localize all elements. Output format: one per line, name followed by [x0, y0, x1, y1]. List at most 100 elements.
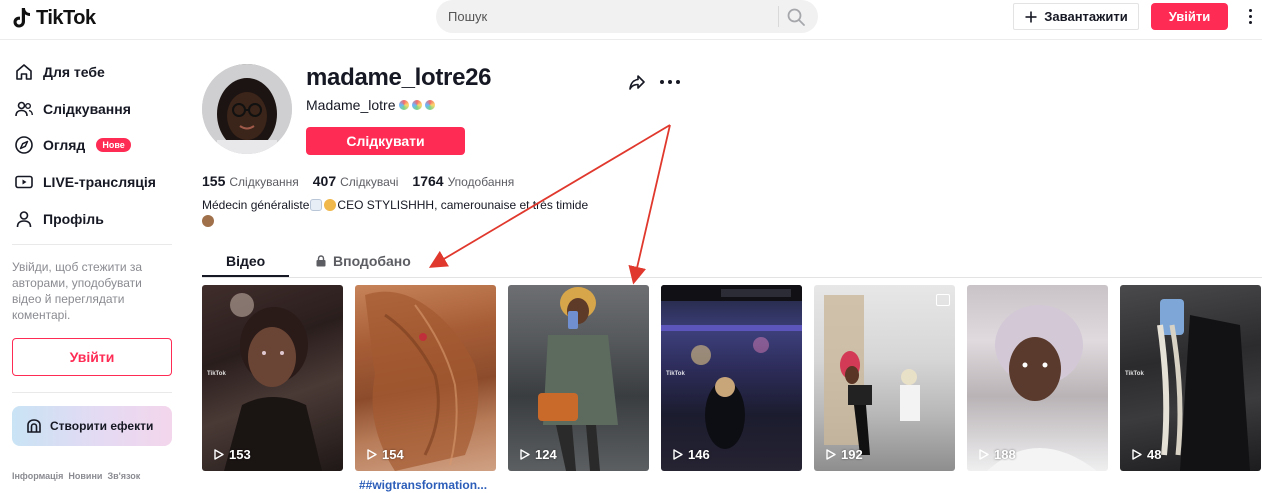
video-thumbnail [661, 285, 802, 449]
sidebar-item-label: Слідкування [43, 101, 131, 117]
video-thumbnail [538, 287, 618, 471]
profile-more-icon[interactable] [660, 79, 680, 85]
tiktok-watermark: TikTok [207, 371, 226, 377]
video-thumbnail [365, 291, 479, 471]
profile-avatar [202, 64, 292, 154]
video-card[interactable]: TikTok 146 [661, 285, 802, 471]
search-input[interactable] [448, 0, 768, 33]
play-icon [367, 449, 377, 460]
follow-button[interactable]: Слідкувати [306, 127, 465, 155]
header-login-button[interactable]: Увійти [1151, 3, 1228, 30]
view-count: 192 [841, 447, 863, 462]
bio-text: Médecin généraliste [202, 198, 310, 212]
sidebar-item-label: Профіль [43, 211, 104, 227]
tabs-divider [202, 277, 1262, 278]
sidebar-item-label: Огляд [43, 137, 86, 153]
video-card[interactable]: 188 [967, 285, 1108, 471]
video-thumbnail [224, 293, 322, 471]
video-view-count: 153 [214, 447, 251, 462]
footer-link[interactable]: Новини [68, 471, 102, 481]
live-icon [15, 175, 33, 189]
sidebar-login-button[interactable]: Увійти [12, 338, 172, 376]
sidebar-item-label: Для тебе [43, 64, 105, 80]
upload-button[interactable]: Завантажити [1013, 3, 1139, 30]
sidebar-item-live[interactable]: LIVE-трансляція [14, 169, 156, 195]
play-icon [520, 449, 530, 460]
profile-icon [16, 211, 32, 228]
stat-value: 155 [202, 173, 226, 189]
more-options-icon[interactable] [1240, 6, 1260, 26]
footer-link[interactable]: Зв'язок [107, 471, 140, 481]
annotation-arrow [428, 124, 671, 268]
lollipop-emoji-icon [411, 100, 422, 110]
top-header: TikTok Завантажити Увійти [0, 0, 1262, 40]
video-view-count: 154 [367, 447, 404, 462]
stat-label: Слідкувачі [340, 175, 399, 189]
video-card[interactable]: TikTok 48 [1120, 285, 1261, 471]
video-card[interactable]: TikTok 153 [202, 285, 343, 471]
effects-label: Створити ефекти [50, 419, 154, 433]
video-view-count: 124 [520, 447, 557, 462]
play-icon [214, 449, 224, 460]
search-bar[interactable] [436, 0, 818, 33]
lollipop-emoji-icon [424, 100, 435, 110]
stat-following[interactable]: 155 Слідкування [202, 173, 299, 189]
effects-icon [27, 419, 41, 433]
play-icon [673, 449, 683, 460]
video-card[interactable]: 124 [508, 285, 649, 471]
doctor-emoji-icon [310, 199, 323, 211]
video-caption-link[interactable]: ##wigtransformation... [359, 478, 487, 492]
sidebar-item-for-you[interactable]: Для тебе [14, 59, 105, 85]
tab-liked-label: Вподобано [333, 253, 411, 269]
footer-link[interactable]: Інформація [12, 471, 63, 481]
video-thumbnail [987, 305, 1097, 471]
video-thumbnail [824, 295, 920, 455]
search-icon[interactable] [786, 7, 806, 27]
share-icon[interactable] [627, 72, 647, 92]
logo-text: TikTok [36, 6, 96, 29]
stat-value: 407 [312, 173, 337, 189]
view-count: 188 [994, 447, 1016, 462]
profile-nickname: Madame_lotre [306, 97, 435, 113]
create-effects-button[interactable]: Створити ефекти [12, 406, 172, 446]
avatar-image [202, 64, 292, 154]
sidebar: Для тебе Слідкування Огляд Нове LIVE-тра… [0, 40, 190, 493]
video-card[interactable]: 192 [814, 285, 955, 471]
view-count: 154 [382, 447, 404, 462]
video-card[interactable]: 154 [355, 285, 496, 471]
plus-icon [1025, 11, 1037, 22]
view-count: 48 [1147, 447, 1162, 462]
video-view-count: 146 [673, 447, 710, 462]
tiktok-logo-icon [13, 8, 30, 28]
play-icon [1132, 449, 1142, 460]
sidebar-item-profile[interactable]: Профіль [14, 206, 104, 232]
view-count: 153 [229, 447, 251, 462]
sidebar-item-following[interactable]: Слідкування [14, 96, 131, 122]
home-icon [16, 64, 32, 80]
tiktok-watermark: TikTok [1125, 371, 1144, 377]
stat-label: Слідкування [229, 175, 299, 189]
bio-text: CEO STYLISHHH, camerounaise et très timi… [337, 198, 589, 212]
tab-liked[interactable]: Вподобано [315, 253, 411, 269]
stat-likes: 1764 Уподобання [412, 173, 514, 189]
tab-videos[interactable]: Відео [226, 253, 265, 269]
monkey-emoji-icon [202, 215, 214, 227]
stat-followers[interactable]: 407 Слідкувачі [313, 173, 399, 189]
lock-icon [316, 255, 326, 267]
profile-bio: Médecin généraliste CEO STYLISHHH, camero… [202, 197, 622, 229]
view-count: 124 [535, 447, 557, 462]
compass-icon [15, 136, 33, 154]
stat-value: 1764 [412, 173, 444, 189]
profile-stats: 155 Слідкування 407 Слідкувачі 1764 Упод… [202, 173, 514, 189]
footer-links: Інформація Новини Зв'язок [12, 471, 140, 481]
play-icon [826, 449, 836, 460]
nickname-text: Madame_lotre [306, 97, 396, 113]
login-prompt-text: Увійди, щоб стежити за авторами, уподобу… [12, 260, 143, 322]
view-count: 146 [688, 447, 710, 462]
face-emoji-icon [324, 199, 337, 211]
tiktok-watermark: TikTok [666, 371, 685, 377]
search-divider [778, 6, 779, 27]
tiktok-logo[interactable]: TikTok [12, 6, 96, 30]
sidebar-item-explore[interactable]: Огляд Нове [14, 132, 131, 158]
profile-username: madame_lotre26 [306, 64, 492, 91]
